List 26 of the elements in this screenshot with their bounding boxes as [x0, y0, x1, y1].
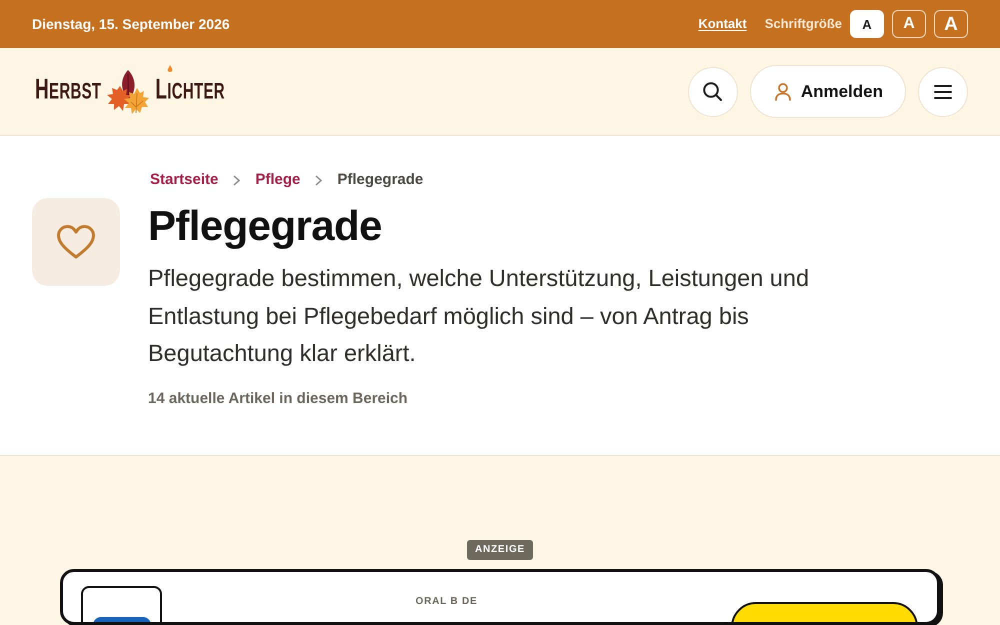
search-icon	[703, 82, 722, 101]
flame-icon	[167, 64, 174, 72]
login-button[interactable]: Anmelden	[750, 65, 906, 118]
chevron-right-icon	[233, 174, 240, 186]
ad-badge: ANZEIGE	[466, 540, 534, 560]
logo-text[interactable]: LICHTER	[155, 76, 225, 106]
contact-link[interactable]: Kontakt	[698, 14, 747, 34]
article-count: 14 aktuelle Artikel in diesem Bereich	[148, 388, 408, 408]
font-size-button[interactable]: A	[850, 10, 884, 38]
user-icon	[774, 82, 791, 100]
breadcrumb-link[interactable]: Pflege	[255, 171, 300, 189]
font-size-button[interactable]: A	[934, 10, 968, 38]
menu-icon	[934, 84, 952, 98]
breadcrumb-current: Pflegegrade	[337, 171, 424, 189]
maple-leaves-icon[interactable]	[105, 68, 152, 114]
page-title: Pflegegrade	[148, 202, 382, 250]
heart-icon	[56, 224, 96, 260]
logo-text[interactable]: HERBST	[35, 77, 102, 106]
advertiser-name: ORAL B DE	[415, 594, 478, 608]
menu-button[interactable]	[918, 66, 968, 116]
font-size-button[interactable]: A	[892, 10, 926, 38]
breadcrumb-link[interactable]: Startseite	[150, 171, 218, 189]
date-text: Dienstag, 15. September 2026	[32, 15, 230, 34]
font-size-label: Schriftgröße	[764, 15, 842, 33]
page-description: Pflegegrade bestimmen, welche Unterstützung, Leistungen und Entlastung bei Pflegebedarf möglich sind – von Antrag bis Begutachtung klar erklärt.	[148, 264, 810, 368]
chevron-right-icon	[315, 174, 322, 186]
